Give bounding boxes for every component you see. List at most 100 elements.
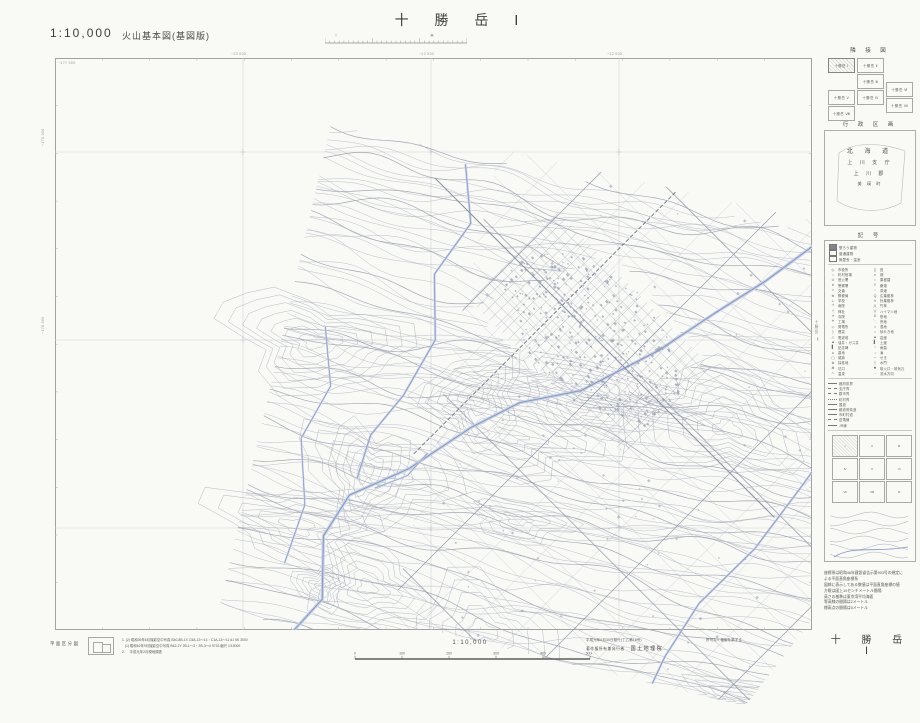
svg-text:500m: 500m xyxy=(586,652,592,656)
svg-text:300: 300 xyxy=(493,652,499,656)
map-sheet-page: 1:10,000 火山基本図(基図版) 十 勝 岳 Ⅰ ↑✳ −177 500 … xyxy=(0,0,920,723)
marginal-notes: 座標系は昭和46年建設省告示第903号の規定による平面直角座標系図郭に表示してあ… xyxy=(824,571,918,612)
admin-line: 上 川 郡 xyxy=(836,170,904,177)
admin-line: 美 瑛 町 xyxy=(836,181,904,187)
svg-text:400: 400 xyxy=(540,652,546,656)
legend-divider xyxy=(828,264,912,265)
legend-row: ♨温泉 xyxy=(828,371,870,376)
legend-symbol: ⊗ xyxy=(828,361,838,365)
admin-line: 上 川 支 庁 xyxy=(836,159,904,166)
sheet-title-bottom: 十 勝 岳 Ⅰ xyxy=(824,631,918,657)
footer-index-diagram xyxy=(88,637,114,655)
legend-column: ∥田∨畑○果樹園Y桑畑∴茶畑Q広葉樹林Λ針葉樹林⋀竹林⋁ハイマツ地⊻笹地⋱荒地≈… xyxy=(870,267,912,376)
legend-symbol: ✸ xyxy=(870,366,880,370)
legend-symbol: † xyxy=(828,309,838,313)
legend-symbol: ⊔ xyxy=(828,351,838,355)
index-cell: Ⅳ xyxy=(832,458,858,480)
index-cell: Ⅴ xyxy=(859,458,885,480)
graticule-top-label: −23 000 xyxy=(231,52,246,56)
adjacent-sheet-cell: 十勝岳 Ⅳ xyxy=(857,90,884,105)
building-symbol xyxy=(829,250,837,256)
graticule-top-label: −22 500 xyxy=(419,52,434,56)
adjacent-sheet-cell: 十勝岳 Ⅴ xyxy=(828,90,855,105)
legend-symbol: ⋁ xyxy=(870,309,880,313)
line-symbol xyxy=(828,399,837,400)
legend-symbol: ▲ xyxy=(870,335,880,339)
graticule-top-label: −22 000 xyxy=(607,52,622,56)
legend-divider xyxy=(828,378,912,379)
legend-symbol: ⋱ xyxy=(870,319,880,323)
svg-text:✳: ✳ xyxy=(430,33,434,39)
sheet-grid xyxy=(55,58,812,630)
svg-text:↑: ↑ xyxy=(335,33,338,39)
legend-symbol: × xyxy=(828,288,838,292)
legend-symbol: ⊙ xyxy=(828,278,838,282)
publisher-name: 国土地理院 xyxy=(631,646,664,652)
building-symbol xyxy=(829,256,837,262)
legend-symbol: ⋒ xyxy=(828,366,838,370)
legend-line-row: JR線 xyxy=(828,422,912,427)
page-title: 十 勝 岳 Ⅰ xyxy=(352,10,572,30)
legend-symbol: ▯ xyxy=(828,330,838,334)
legend-symbol: ▢ xyxy=(828,356,838,360)
legend-label: 堅ろう建物 xyxy=(839,245,912,250)
svg-text:0: 0 xyxy=(354,652,356,656)
legend-divider xyxy=(828,430,912,431)
legend-symbol: ∴ xyxy=(870,288,880,292)
legend-index-grid: ⅠⅡⅢⅣⅤⅥⅦⅧⅨ xyxy=(828,433,912,507)
line-symbol xyxy=(828,388,837,389)
legend-sketch xyxy=(828,507,912,562)
legend-symbol: ♨ xyxy=(828,371,838,375)
adjacent-sheet-cell: 十勝岳 Ⅶ xyxy=(886,98,913,113)
footer-left-label: 平面区分図 xyxy=(50,641,79,647)
legend-symbol: ＋ xyxy=(828,303,838,308)
footer-source-lines: 1. (2) 昭和39年6月撮影空中写真 B40-8B-1X C5A-13〜14… xyxy=(122,637,352,655)
legend-symbol: ∨ xyxy=(870,273,880,277)
legend-symbol: ○ xyxy=(870,278,880,282)
line-symbol xyxy=(828,393,837,394)
adjacent-sheets-title: 隣 接 図 xyxy=(822,46,918,54)
index-cell: Ⅶ xyxy=(832,481,858,503)
legend-label: 温泉 xyxy=(838,371,870,376)
line-symbol xyxy=(828,414,837,415)
legend-label: 流水方向 xyxy=(880,371,912,376)
index-cell: Ⅸ xyxy=(886,481,912,503)
admin-line: 北 海 道 xyxy=(836,146,904,155)
legend-symbol: ○ xyxy=(828,273,838,277)
graticule-corner-label: −177 500 xyxy=(58,61,76,65)
index-cell: Ⅷ xyxy=(859,481,885,503)
legend-label: 無壁舎・温室 xyxy=(839,257,912,262)
legend-symbol: ─ xyxy=(870,356,880,360)
footer-publisher-line: 著作権所有兼発行者国土地理院 xyxy=(586,645,663,652)
legend-symbol: ≀ xyxy=(870,351,880,355)
legend-symbol: ◎ xyxy=(828,268,838,272)
source-line: 2. 平成元年2月現地調査 xyxy=(122,649,352,655)
footer-scale-label: 1:10,000 xyxy=(410,640,530,646)
legend-symbol: ≡ xyxy=(828,314,838,318)
footer-copy-notice: 許可なく複製を禁ずる xyxy=(706,638,742,643)
legend-row: →流水方向 xyxy=(870,371,912,376)
legend-symbol: Y xyxy=(870,283,880,287)
legend-label: JR線 xyxy=(839,423,912,428)
legend-label: 普通建物 xyxy=(839,251,912,256)
index-cell: Ⅲ xyxy=(886,435,912,457)
legend-box: 堅ろう建物普通建物無壁舎・温室 ◎市役所○町村役場⊙官公署∗警察署×交番⊕郵便局⊥… xyxy=(824,240,916,562)
admin-lines: 北 海 道上 川 支 庁上 川 郡美 瑛 町 xyxy=(836,146,904,187)
line-symbol xyxy=(828,425,837,426)
legend-symbol: ∷ xyxy=(870,330,880,334)
adjacent-sheet-cell: 十勝岳 Ⅲ xyxy=(857,74,884,89)
legend-symbol: △ xyxy=(828,335,838,339)
header-series: 火山基本図(基図版) xyxy=(122,29,210,42)
legend-symbol: ⊻ xyxy=(870,314,880,318)
legend-symbol: Q xyxy=(870,294,880,298)
legend-columns: ◎市役所○町村役場⊙官公署∗警察署×交番⊕郵便局⊥学校＋病院†神社≡寺院✶工場◇… xyxy=(828,267,912,376)
legend-symbol: ∗ xyxy=(828,283,838,287)
adjacent-sheet-cell: 十勝岳 Ⅵ xyxy=(886,82,913,97)
building-symbol xyxy=(829,244,837,250)
legend-symbol: ▌ xyxy=(870,340,880,344)
legend-symbol: Λ xyxy=(870,299,880,303)
svg-text:200: 200 xyxy=(446,652,452,656)
legend-column: ◎市役所○町村役場⊙官公署∗警察署×交番⊕郵便局⊥学校＋病院†神社≡寺院✶工場◇… xyxy=(828,267,870,376)
legend-building-row: 普通建物 xyxy=(828,250,912,256)
legend-symbol: ◇ xyxy=(828,325,838,329)
